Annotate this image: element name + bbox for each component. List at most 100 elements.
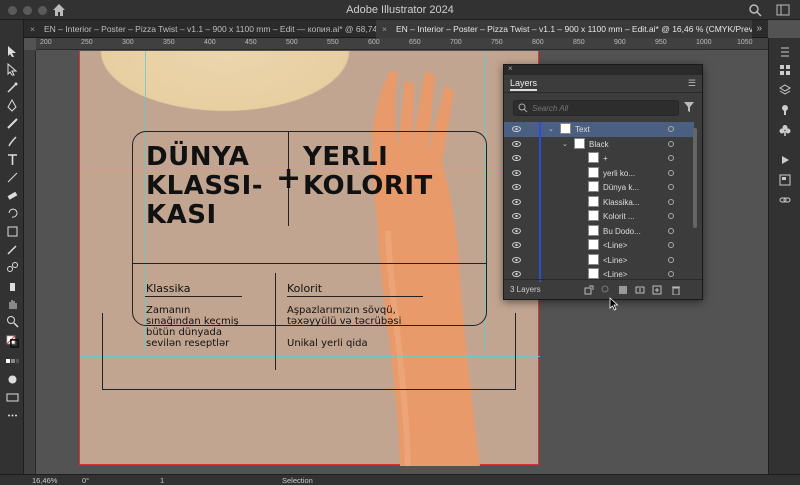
artboard[interactable]: DÜNYA KLASSI- KASI + YERLI KOLORIT Klass… xyxy=(79,51,540,466)
properties-icon[interactable] xyxy=(777,44,793,60)
col2-body[interactable]: Aşpazlarımızın sövqü, təxəyyülü və təcrü… xyxy=(287,305,401,327)
target-circle-icon[interactable] xyxy=(668,169,674,176)
bottom-frame-right[interactable] xyxy=(515,313,516,390)
visibility-eye-icon[interactable] xyxy=(512,227,521,235)
pencil-tool[interactable] xyxy=(4,116,20,130)
visibility-eye-icon[interactable] xyxy=(512,125,521,133)
target-circle-icon[interactable] xyxy=(668,227,674,234)
selection-tool[interactable] xyxy=(4,44,20,58)
layer-row[interactable]: + xyxy=(504,151,694,166)
target-circle-icon[interactable] xyxy=(668,256,674,263)
type-tool[interactable] xyxy=(4,152,20,166)
fill-stroke-swatches[interactable] xyxy=(4,334,20,348)
underline-col1[interactable] xyxy=(145,296,242,297)
search-icon[interactable] xyxy=(748,3,762,17)
close-icon[interactable]: × xyxy=(382,20,387,38)
horizontal-ruler[interactable]: 200 250 300 350 400 450 500 550 600 650 700 750 800 8… xyxy=(36,38,768,50)
layers-panel[interactable]: × Layers ☰ ⌄ Text ⌄ Black + yerli ko... Dünya … xyxy=(503,64,703,300)
target-circle-icon[interactable] xyxy=(668,271,674,277)
rotate-tool[interactable] xyxy=(4,206,20,220)
artboard-field[interactable]: 1 xyxy=(160,476,164,485)
layer-row[interactable]: Bu Dodo... xyxy=(504,223,694,238)
layer-row[interactable]: Kolorit ... xyxy=(504,209,694,224)
tool-status[interactable]: Selection xyxy=(282,476,313,485)
line-tool[interactable] xyxy=(4,170,20,184)
chevron-down-icon[interactable]: ⌄ xyxy=(562,140,568,148)
links-icon[interactable] xyxy=(777,192,793,208)
color-mode-buttons[interactable] xyxy=(4,354,20,368)
close-icon[interactable]: × xyxy=(30,20,35,38)
layers-search[interactable] xyxy=(513,100,679,116)
layer-row[interactable]: Klassika... xyxy=(504,194,694,209)
vertical-ruler[interactable] xyxy=(24,50,36,474)
tabs-overflow-button[interactable]: » xyxy=(756,20,762,38)
visibility-eye-icon[interactable] xyxy=(512,183,521,191)
visibility-eye-icon[interactable] xyxy=(512,270,521,278)
libraries-icon[interactable] xyxy=(777,62,793,78)
rotation-field[interactable]: 0° xyxy=(82,476,89,485)
col1-title[interactable]: Klassika xyxy=(146,282,190,295)
export-icon[interactable] xyxy=(584,285,594,295)
hand-tool[interactable] xyxy=(4,296,20,310)
panel-menu-icon[interactable]: ☰ xyxy=(688,78,696,89)
layer-row[interactable]: Dünya k... xyxy=(504,180,694,195)
draw-mode-button[interactable] xyxy=(4,372,20,386)
bottom-frame-line[interactable] xyxy=(102,389,516,390)
target-circle-icon[interactable] xyxy=(668,213,674,219)
club-icon[interactable] xyxy=(777,122,793,138)
visibility-eye-icon[interactable] xyxy=(512,198,521,206)
layer-row[interactable]: yerli ko... xyxy=(504,165,694,180)
navigator-icon[interactable] xyxy=(777,172,793,188)
new-layer-icon[interactable] xyxy=(652,285,662,295)
scale-tool[interactable] xyxy=(4,224,20,238)
screen-mode-button[interactable] xyxy=(4,390,20,404)
visibility-eye-icon[interactable] xyxy=(512,169,521,177)
eraser-tool[interactable] xyxy=(4,188,20,202)
layers-scrollbar[interactable] xyxy=(692,122,698,280)
play-icon[interactable] xyxy=(777,152,793,168)
brush-tool[interactable] xyxy=(4,134,20,148)
target-circle-icon[interactable] xyxy=(668,140,674,147)
divider-horizontal[interactable] xyxy=(132,263,487,264)
new-sublayer-icon[interactable] xyxy=(635,285,645,295)
target-circle-icon[interactable] xyxy=(668,198,674,205)
trash-icon[interactable] xyxy=(671,285,681,295)
search-input[interactable] xyxy=(532,102,672,114)
divider-vertical[interactable] xyxy=(275,273,276,370)
magic-wand-tool[interactable] xyxy=(4,80,20,94)
eyedropper-tool[interactable] xyxy=(4,242,20,256)
target-circle-icon[interactable] xyxy=(668,126,674,132)
visibility-eye-icon[interactable] xyxy=(512,256,521,264)
zoom-tool[interactable] xyxy=(4,314,20,328)
more-tools-button[interactable] xyxy=(4,408,20,422)
chevron-down-icon[interactable]: ⌄ xyxy=(548,125,554,133)
tab-document-active[interactable]: × EN – Interior – Poster – Pizza Twist – … xyxy=(376,20,752,38)
close-icon[interactable]: × xyxy=(508,64,513,73)
bottom-frame-left[interactable] xyxy=(102,313,103,390)
zoom-field[interactable]: 16,46% xyxy=(32,476,57,485)
target-circle-icon[interactable] xyxy=(668,242,674,248)
symbols-icon[interactable] xyxy=(777,102,793,118)
layer-row[interactable]: <Line> xyxy=(504,238,694,253)
direct-selection-tool[interactable] xyxy=(4,62,20,76)
col2-body-2[interactable]: Unikal yerli qida xyxy=(287,338,368,349)
symbol-sprayer-tool[interactable] xyxy=(4,278,20,292)
layer-row[interactable]: ⌄ Black xyxy=(504,136,694,151)
headline-left[interactable]: DÜNYA KLASSI- KASI xyxy=(146,143,263,230)
plus-sign[interactable]: + xyxy=(276,164,302,194)
col1-body[interactable]: Zamanın sınağından keçmiş bütün dünyada … xyxy=(146,305,239,349)
col2-title[interactable]: Kolorit xyxy=(287,282,322,295)
visibility-eye-icon[interactable] xyxy=(512,140,521,148)
tab-layers[interactable]: Layers xyxy=(510,78,538,91)
target-circle-icon[interactable] xyxy=(668,155,674,161)
workspace-icon[interactable] xyxy=(776,3,790,17)
headline-right[interactable]: YERLI KOLORIT xyxy=(303,143,433,201)
locate-icon[interactable] xyxy=(601,285,611,295)
pen-tool[interactable] xyxy=(4,98,20,112)
layer-row[interactable]: <Line> xyxy=(504,252,694,267)
blend-tool[interactable] xyxy=(4,260,20,274)
tab-document-copy[interactable]: × EN – Interior – Poster – Pizza Twist – … xyxy=(24,20,376,38)
visibility-eye-icon[interactable] xyxy=(512,241,521,249)
visibility-eye-icon[interactable] xyxy=(512,212,521,220)
clipping-mask-icon[interactable] xyxy=(618,285,628,295)
